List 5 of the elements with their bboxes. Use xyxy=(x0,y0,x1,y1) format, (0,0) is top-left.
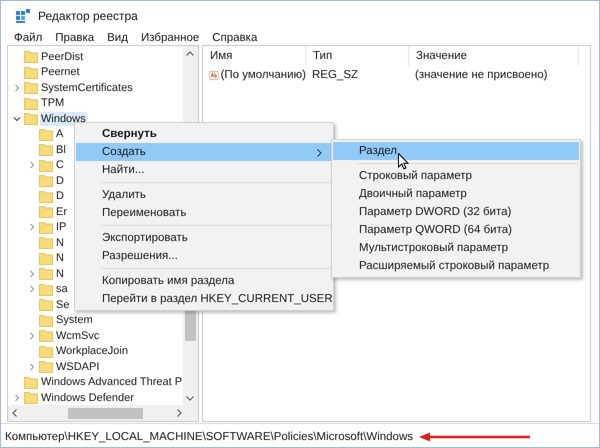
value-type: REG_SZ xyxy=(311,69,360,81)
value-data: (значение не присвоено) xyxy=(414,69,548,81)
window-title: Редактор реестра xyxy=(38,8,138,22)
registry-path: Компьютер\HKEY_LOCAL_MACHINE\SOFTWARE\Policies\Microsoft\Windows xyxy=(5,431,414,443)
value-name: (По умолчанию) xyxy=(220,69,306,81)
